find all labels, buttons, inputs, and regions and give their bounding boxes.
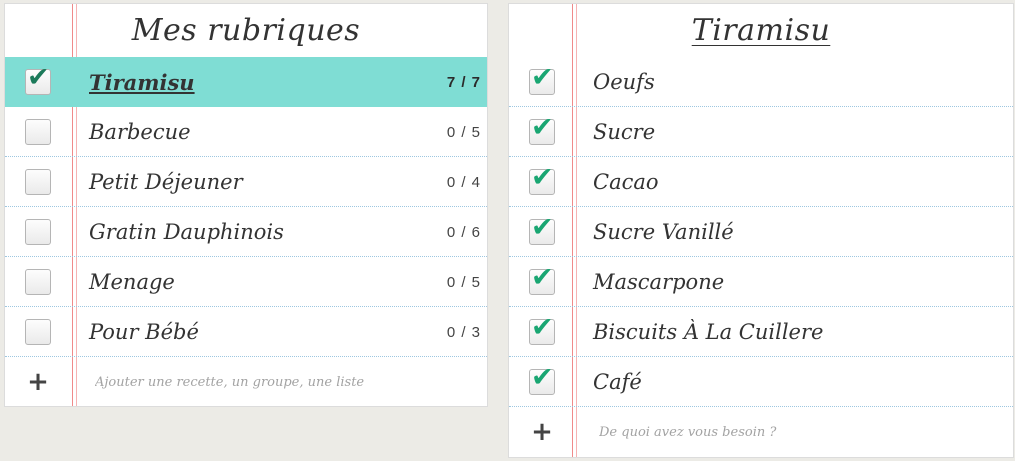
ingredient-label[interactable]: Mascarpone	[593, 257, 724, 307]
add-category-input[interactable]	[95, 365, 475, 399]
ingredient-label[interactable]: Sucre Vanillé	[593, 207, 734, 257]
ingredient-label[interactable]: Café	[593, 357, 642, 407]
item-count: 0 / 4	[446, 173, 481, 191]
category-row[interactable]: Menage 0 / 5	[5, 257, 487, 307]
item-checkbox[interactable]: ✔	[529, 114, 555, 145]
category-label[interactable]: Pour Bébé	[89, 307, 199, 357]
ingredient-row[interactable]: ✔ Mascarpone	[509, 257, 1013, 307]
ingredient-row[interactable]: ✔ Oeufs	[509, 57, 1013, 107]
item-checkbox[interactable]: ✔	[25, 64, 51, 95]
plus-icon[interactable]: +	[25, 369, 51, 395]
ingredient-row[interactable]: ✔ Sucre	[509, 107, 1013, 157]
ingredient-row[interactable]: ✔ Café	[509, 357, 1013, 407]
checkmark-icon: ✔	[531, 112, 554, 143]
category-row[interactable]: Petit Déjeuner 0 / 4	[5, 157, 487, 207]
ingredient-row[interactable]: ✔ Cacao	[509, 157, 1013, 207]
item-checkbox[interactable]	[25, 169, 51, 195]
plus-icon[interactable]: +	[529, 419, 555, 445]
item-checkbox[interactable]: ✔	[529, 164, 555, 195]
category-row[interactable]: Gratin Dauphinois 0 / 6	[5, 207, 487, 257]
ingredient-row[interactable]: ✔ Biscuits À La Cuillere	[509, 307, 1013, 357]
category-row[interactable]: Barbecue 0 / 5	[5, 107, 487, 157]
item-checkbox[interactable]	[25, 119, 51, 145]
category-label[interactable]: Gratin Dauphinois	[89, 207, 284, 257]
checkmark-icon: ✔	[531, 62, 554, 93]
add-item-row: +	[509, 407, 1013, 457]
item-checkbox[interactable]: ✔	[529, 264, 555, 295]
checkmark-icon: ✔	[531, 312, 554, 343]
category-label[interactable]: Petit Déjeuner	[89, 157, 243, 207]
item-count: 0 / 5	[446, 123, 481, 141]
category-label[interactable]: Tiramisu	[89, 57, 195, 107]
category-row[interactable]: Pour Bébé 0 / 3	[5, 307, 487, 357]
checkmark-icon: ✔	[531, 262, 554, 293]
item-count: 0 / 5	[446, 273, 481, 291]
category-label[interactable]: Barbecue	[89, 107, 191, 157]
ingredient-label[interactable]: Oeufs	[593, 57, 655, 107]
ingredient-label[interactable]: Sucre	[593, 107, 655, 157]
item-count: 7 / 7	[446, 73, 481, 91]
categories-title: Mes rubriques	[131, 13, 361, 48]
category-label[interactable]: Menage	[89, 257, 175, 307]
item-count: 0 / 3	[446, 323, 481, 341]
item-checkbox[interactable]: ✔	[529, 364, 555, 395]
ingredient-row[interactable]: ✔ Sucre Vanillé	[509, 207, 1013, 257]
item-checkbox[interactable]	[25, 219, 51, 245]
item-count: 0 / 6	[446, 223, 481, 241]
categories-panel: Mes rubriques ✔ Tiramisu 7 / 7 Barbecue 0 / …	[4, 3, 488, 407]
item-checkbox[interactable]	[25, 269, 51, 295]
checkmark-icon: ✔	[531, 212, 554, 243]
category-row[interactable]: ✔ Tiramisu 7 / 7	[5, 57, 487, 107]
item-checkbox[interactable]: ✔	[529, 314, 555, 345]
add-category-row: +	[5, 357, 487, 406]
item-checkbox[interactable]: ✔	[529, 214, 555, 245]
ingredient-label[interactable]: Cacao	[593, 157, 659, 207]
add-item-input[interactable]	[599, 415, 999, 449]
item-checkbox[interactable]: ✔	[529, 64, 555, 95]
checkmark-icon: ✔	[27, 62, 50, 93]
checkmark-icon: ✔	[531, 362, 554, 393]
ingredient-label[interactable]: Biscuits À La Cuillere	[593, 307, 823, 357]
checkmark-icon: ✔	[531, 162, 554, 193]
list-title: Tiramisu	[691, 13, 831, 48]
item-checkbox[interactable]	[25, 319, 51, 345]
ingredients-panel: Tiramisu ✔ Oeufs ✔ Sucre ✔ Cacao ✔ Sucre Vanill…	[508, 3, 1014, 458]
